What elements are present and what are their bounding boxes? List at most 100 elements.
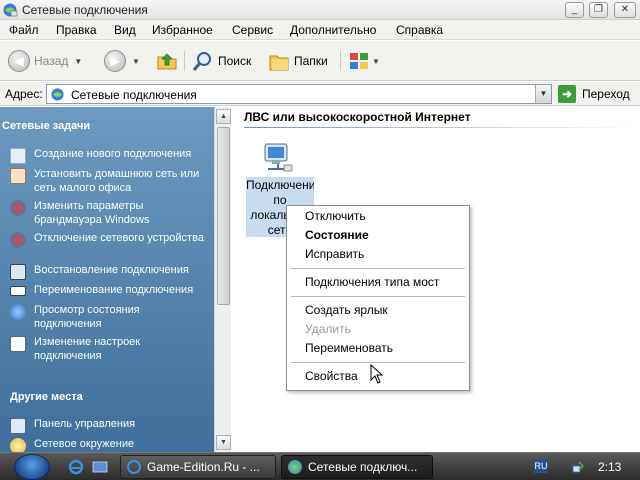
repair-icon <box>10 264 26 280</box>
scroll-thumb[interactable] <box>217 127 230 305</box>
toolbar: ◀ Назад ▼ ▶ ▼ Поиск Папки ▼ <box>0 41 640 81</box>
status-icon <box>10 304 26 320</box>
ctx-disable[interactable]: Отключить <box>305 209 366 223</box>
maximize-button[interactable]: ❐ <box>589 2 608 18</box>
back-label: Назад <box>34 54 69 68</box>
taskbar-button-network-connections[interactable]: Сетевые подключ... <box>281 455 433 479</box>
task-pane: Сетевые задачи Создание нового подключен… <box>0 107 214 452</box>
minimize-button[interactable]: _ <box>565 2 584 18</box>
search-label: Поиск <box>218 54 252 68</box>
menu-edit[interactable]: Правка <box>56 23 97 37</box>
task-home-network[interactable]: Установить домашнюю сеть или сеть малого… <box>10 167 208 195</box>
ctx-create-shortcut[interactable]: Создать ярлык <box>305 303 388 317</box>
task-label: Создание нового подключения <box>34 148 192 160</box>
settings-icon <box>10 336 26 352</box>
network-tasks-title[interactable]: Сетевые задачи <box>2 120 90 132</box>
task-pane-scrollbar[interactable]: ▲ ▼ <box>214 107 231 452</box>
go-arrow-icon: ➜ <box>558 85 576 103</box>
folders-button[interactable]: Папки <box>268 49 328 73</box>
back-button[interactable]: ◀ Назад ▼ <box>8 49 82 73</box>
show-desktop-icon[interactable] <box>92 459 108 475</box>
internet-explorer-icon[interactable] <box>68 459 84 475</box>
task-new-connection[interactable]: Создание нового подключения <box>10 147 208 164</box>
address-input[interactable]: Сетевые подключения ▼ <box>46 84 552 104</box>
mouse-cursor-icon <box>370 364 384 384</box>
menu-tools[interactable]: Сервис <box>232 23 273 37</box>
taskbar: Game-Edition.Ru - ... Сетевые подключ...… <box>0 452 640 480</box>
network-tray-icon[interactable] <box>572 460 586 474</box>
rename-icon <box>10 286 26 296</box>
up-button[interactable] <box>156 49 178 73</box>
ctx-properties[interactable]: Свойства <box>305 369 358 383</box>
taskbar-button-label: Game-Edition.Ru - ... <box>147 460 260 474</box>
place-label: Сетевое окружение <box>34 438 135 450</box>
back-arrow-icon: ◀ <box>8 50 30 72</box>
go-button[interactable]: ➜ Переход <box>558 84 630 104</box>
disable-device-icon <box>10 232 26 248</box>
language-indicator[interactable]: RU <box>534 459 548 473</box>
folders-icon <box>269 55 289 71</box>
taskbar-button-browser[interactable]: Game-Edition.Ru - ... <box>120 455 276 479</box>
group-divider <box>244 127 634 128</box>
task-label: Восстановление подключения <box>34 264 189 276</box>
views-button[interactable]: ▼ <box>348 49 380 73</box>
home-network-icon <box>10 168 26 184</box>
task-status[interactable]: Просмотр состояния подключения <box>10 303 208 331</box>
views-icon <box>350 53 368 69</box>
toolbar-separator <box>184 51 185 71</box>
address-label: Адрес: <box>5 87 43 101</box>
internet-explorer-icon <box>127 460 141 474</box>
menu-help[interactable]: Справка <box>396 23 443 37</box>
ctx-status[interactable]: Состояние <box>305 228 369 242</box>
network-connections-icon <box>3 3 18 17</box>
menu-view[interactable]: Вид <box>114 23 136 37</box>
go-label: Переход <box>582 87 630 101</box>
search-button[interactable]: Поиск <box>192 49 251 73</box>
chevron-down-icon: ▼ <box>372 56 380 66</box>
task-label: Изменение настроек подключения <box>34 336 141 362</box>
network-connections-icon <box>51 88 64 101</box>
place-control-panel[interactable]: Панель управления <box>10 417 208 434</box>
lan-connection-icon <box>264 143 293 172</box>
ctx-separator <box>291 296 465 297</box>
group-header: ЛВС или высокоскоростной Интернет <box>244 110 471 124</box>
network-connections-icon <box>288 460 302 474</box>
clock: 2:13 <box>598 460 622 474</box>
chevron-down-icon: ▼ <box>74 56 83 66</box>
scroll-down-icon[interactable]: ▼ <box>216 435 231 450</box>
task-settings[interactable]: Изменение настроек подключения <box>10 335 208 363</box>
ctx-separator <box>291 268 465 269</box>
forward-button[interactable]: ▶ ▼ <box>104 49 140 73</box>
firewall-icon <box>10 200 26 216</box>
menu-file[interactable]: Файл <box>9 23 39 37</box>
window-title: Сетевые подключения <box>22 3 148 17</box>
up-folder-icon <box>157 53 177 70</box>
ctx-repair[interactable]: Исправить <box>305 247 364 261</box>
task-label: Отключение сетевого устройства <box>34 232 204 244</box>
menu-advanced[interactable]: Дополнительно <box>290 23 376 37</box>
close-button[interactable]: ✕ <box>614 2 636 18</box>
ctx-bridge[interactable]: Подключения типа мост <box>305 275 439 289</box>
place-network-places[interactable]: Сетевое окружение <box>10 437 208 452</box>
start-button[interactable] <box>14 454 50 480</box>
control-panel-icon <box>10 418 26 434</box>
toolbar-separator <box>340 51 341 71</box>
task-label: Переименование подключения <box>34 284 194 296</box>
chevron-down-icon[interactable]: ▼ <box>535 85 551 103</box>
title-bar: Сетевые подключения _ ❐ ✕ <box>0 0 640 20</box>
folders-label: Папки <box>294 54 328 68</box>
task-disable-device[interactable]: Отключение сетевого устройства <box>10 231 208 248</box>
task-firewall[interactable]: Изменить параметры брандмауэра Windows <box>10 199 208 227</box>
ctx-rename[interactable]: Переименовать <box>305 341 393 355</box>
other-places-title[interactable]: Другие места <box>10 391 83 403</box>
menu-favorites[interactable]: Избранное <box>152 23 213 37</box>
forward-arrow-icon: ▶ <box>104 50 126 72</box>
task-label: Установить домашнюю сеть или сеть малого… <box>34 168 200 194</box>
chevron-down-icon: ▼ <box>132 56 140 66</box>
task-label: Просмотр состояния подключения <box>34 304 140 330</box>
task-rename[interactable]: Переименование подключения <box>10 283 208 297</box>
ctx-separator <box>291 362 465 363</box>
scroll-up-icon[interactable]: ▲ <box>216 109 231 124</box>
task-repair[interactable]: Восстановление подключения <box>10 263 208 280</box>
new-connection-icon <box>10 148 26 164</box>
